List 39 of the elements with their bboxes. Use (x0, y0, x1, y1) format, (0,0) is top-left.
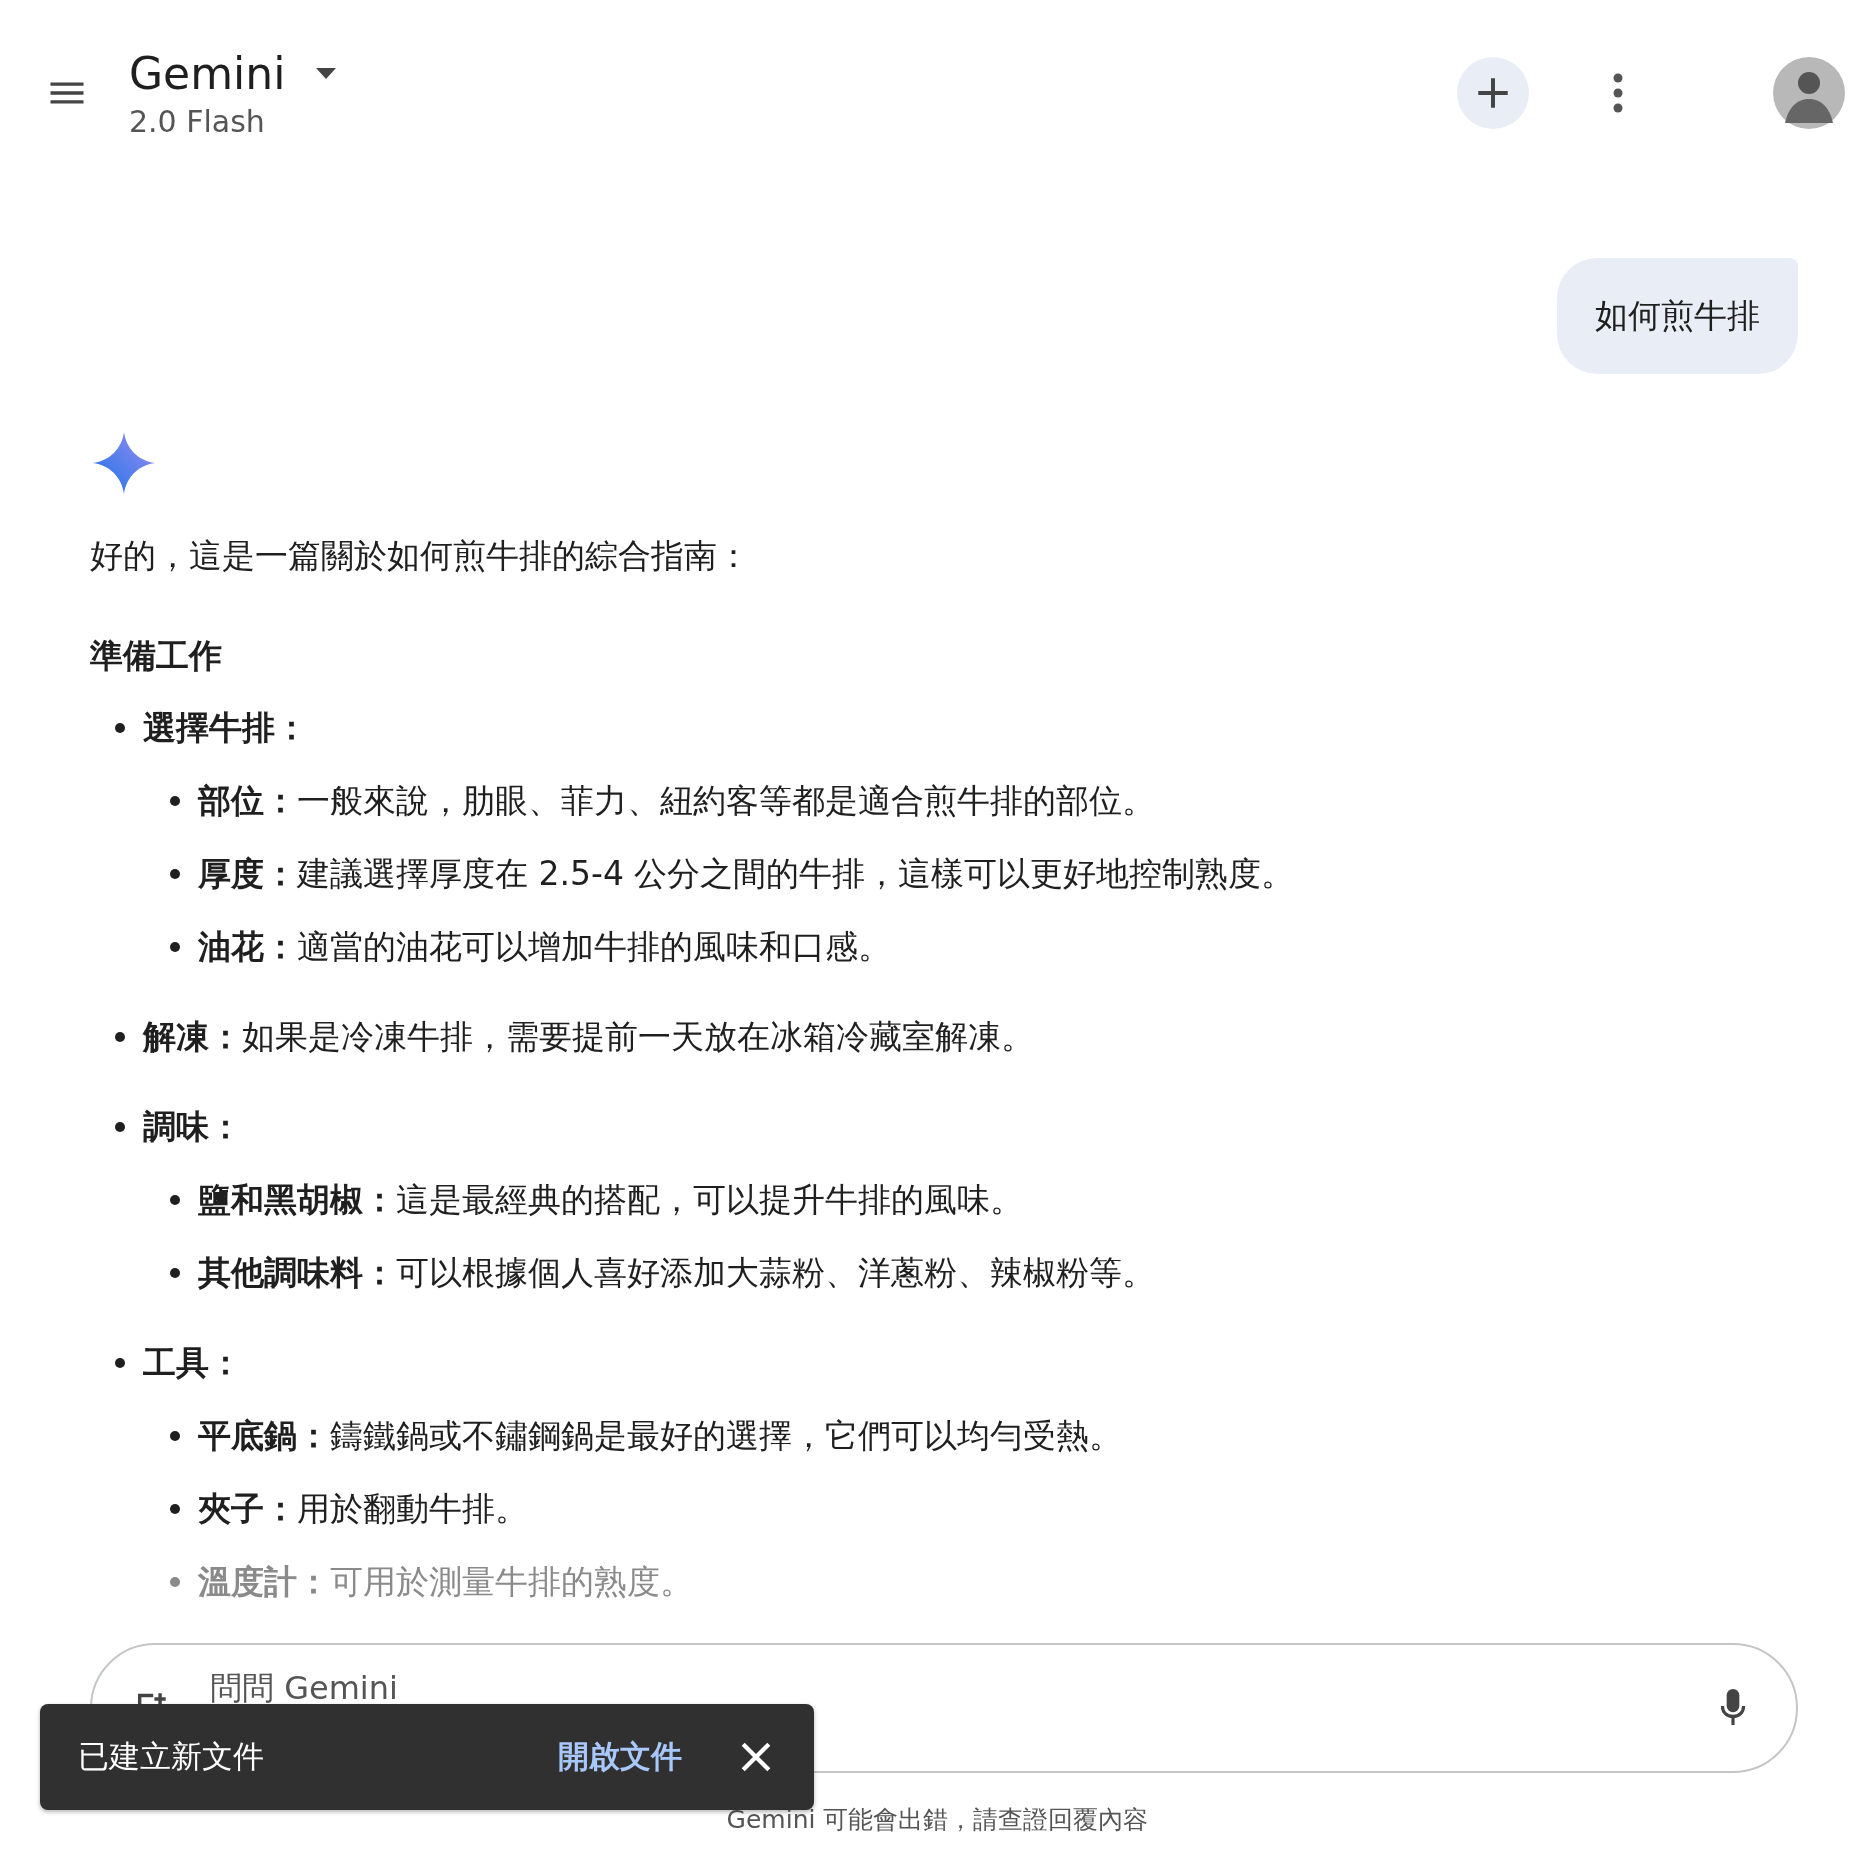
bullet-icon (170, 1577, 180, 1587)
dropdown-caret-icon[interactable] (315, 67, 338, 80)
list-item-text: 溫度計：可用於測量牛排的熟度。 (198, 1561, 693, 1603)
sparkle-icon (93, 432, 155, 494)
user-message: 如何煎牛排 (1557, 258, 1798, 374)
more-options-icon[interactable] (1613, 73, 1623, 113)
bullet-icon (170, 869, 180, 879)
bullet-icon (170, 1268, 180, 1278)
list-item-text: 鹽和黑胡椒：這是最經典的搭配，可以提升牛排的風味。 (198, 1179, 1023, 1221)
bullet-icon (115, 1032, 125, 1042)
response-intro: 好的，這是一篇關於如何煎牛排的綜合指南： (90, 535, 751, 577)
prompt-field[interactable]: 問問 Gemini (208, 1668, 1680, 1708)
bullet-icon (115, 1358, 125, 1368)
microphone-icon[interactable] (1720, 1689, 1746, 1727)
bullet-icon (115, 1122, 125, 1132)
close-icon[interactable] (740, 1741, 772, 1773)
section-heading: 準備工作 (90, 635, 223, 677)
list-item-text: 夾子：用於翻動牛排。 (198, 1488, 528, 1530)
menu-icon[interactable] (50, 82, 84, 104)
list-item-text: 部位：一般來說，肋眼、菲力、紐約客等都是適合煎牛排的部位。 (198, 780, 1155, 822)
list-item-text: 解凍：如果是冷凍牛排，需要提前一天放在冰箱冷藏室解凍。 (143, 1016, 1034, 1058)
model-name: 2.0 Flash (129, 103, 266, 139)
bullet-icon (170, 942, 180, 952)
list-item-text: 油花：適當的油花可以增加牛排的風味和口感。 (198, 926, 891, 968)
app-title[interactable]: Gemini (129, 47, 286, 100)
list-item-text: 工具： (143, 1342, 242, 1384)
bullet-icon (170, 1504, 180, 1514)
bullet-icon (115, 723, 125, 733)
list-item-text: 選擇牛排： (143, 707, 308, 749)
bullet-icon (170, 1431, 180, 1441)
avatar[interactable] (1773, 57, 1845, 129)
list-item-text: 厚度：建議選擇厚度在 2.5-4 公分之間的牛排，這樣可以更好地控制熟度。 (198, 853, 1295, 895)
bullet-icon (170, 796, 180, 806)
list-item-text: 其他調味料：可以根據個人喜好添加大蒜粉、洋蔥粉、辣椒粉等。 (198, 1252, 1155, 1294)
list-item-text: 平底鍋：鑄鐵鍋或不鏽鋼鍋是最好的選擇，它們可以均勻受熱。 (198, 1415, 1122, 1457)
list-item-text: 調味： (143, 1106, 242, 1148)
bullet-icon (170, 1195, 180, 1205)
plus-icon (1476, 76, 1510, 110)
disclaimer: Gemini 可能會出錯，請查證回覆內容 (725, 1804, 1150, 1836)
